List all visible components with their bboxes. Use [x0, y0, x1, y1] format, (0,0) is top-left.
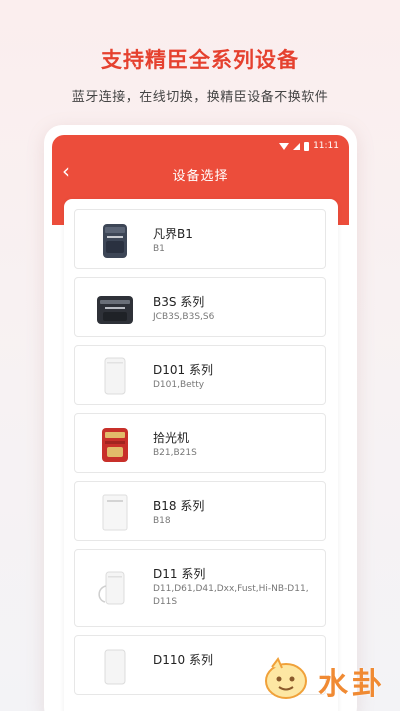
wifi-icon: [279, 142, 290, 150]
device-models: JCB3S,B3S,S6: [153, 312, 215, 322]
status-time: 11:11: [313, 141, 339, 151]
device-models: B18: [153, 516, 171, 526]
device-models: D101,Betty: [153, 380, 205, 390]
printer-d11-icon: [98, 571, 125, 605]
device-models: B21,B21S: [153, 448, 197, 458]
device-item[interactable]: D101 系列 D101,Betty: [74, 345, 326, 405]
device-item[interactable]: B18 系列 B18: [74, 481, 326, 541]
printer-d101-icon: [104, 357, 126, 395]
printer-b18-icon: [102, 494, 128, 531]
device-name: D101 系列: [153, 363, 213, 377]
device-name: 凡界B1: [153, 227, 193, 241]
headline: 支持精臣全系列设备: [101, 48, 299, 72]
device-item[interactable]: B3S 系列 JCB3S,B3S,S6: [74, 277, 326, 337]
device-item[interactable]: 拾光机 B21,B21S: [74, 413, 326, 473]
signal-icon: [293, 142, 301, 150]
printer-b21-icon: [102, 428, 128, 462]
device-models: B1: [153, 244, 165, 254]
battery-icon: [304, 141, 310, 151]
subheadline: 蓝牙连接，在线切换，换精臣设备不换软件: [71, 90, 329, 105]
device-name: D110 系列: [153, 653, 213, 667]
printer-b3s-icon: [97, 296, 133, 324]
device-name: B18 系列: [153, 499, 205, 513]
printer-b1-icon: [103, 224, 127, 258]
device-name: B3S 系列: [153, 295, 205, 309]
watermark: 水卦: [260, 655, 386, 703]
device-name: D11 系列: [153, 567, 206, 581]
device-name: 拾光机: [153, 431, 190, 445]
phone-frame: 11:11 ‹ 设备选择 凡界B1 B1 B3S 系列 JCB3S,B3S,S6…: [44, 125, 357, 711]
status-bar: 11:11: [279, 139, 339, 153]
device-item[interactable]: 凡界B1 B1: [74, 209, 326, 269]
device-list: 凡界B1 B1 B3S 系列 JCB3S,B3S,S6 D101 系列 D101…: [64, 199, 338, 711]
printer-d110-icon: [104, 649, 126, 685]
watermark-text: 水卦: [318, 667, 386, 702]
device-item[interactable]: D11 系列 D11,D61,D41,Dxx,Fust,Hi-NB-D11, D…: [74, 549, 326, 627]
mascot-icon: [265, 657, 307, 699]
page-title: 设备选择: [172, 169, 229, 184]
device-models: D11,D61,D41,Dxx,Fust,Hi-NB-D11, D11S: [153, 584, 309, 607]
